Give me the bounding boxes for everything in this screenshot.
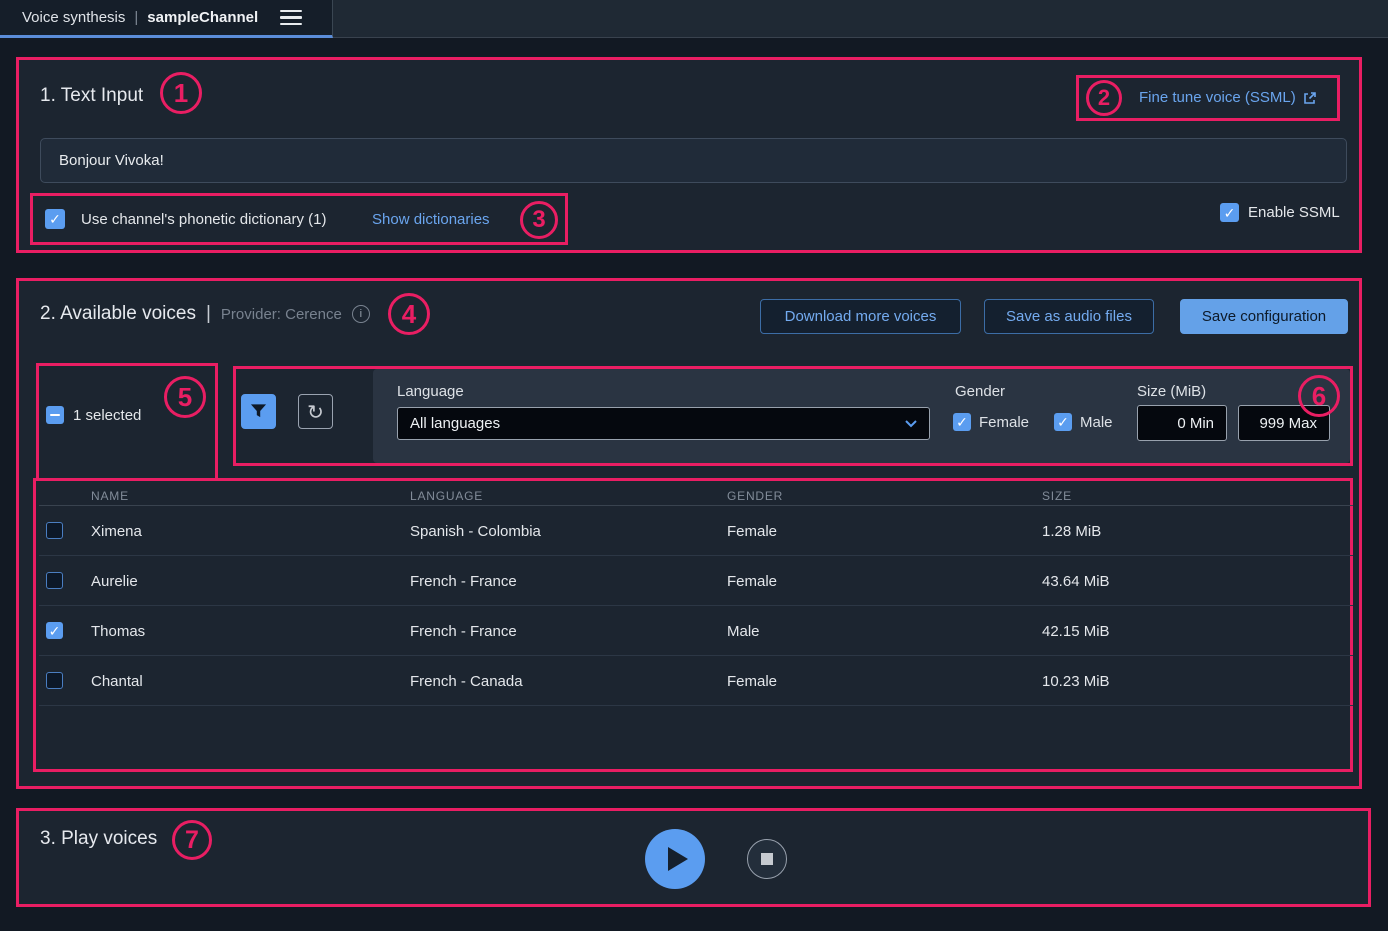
section-title-play-voices: 3. Play voices	[40, 828, 157, 850]
annotation-circle-2: 2	[1086, 80, 1122, 116]
language-filter-label: Language	[397, 383, 464, 400]
gender-filter-label: Gender	[955, 383, 1005, 400]
voice-table-row[interactable]: Chantal French - Canada Female 10.23 MiB	[39, 656, 1353, 706]
tab-channel-name: sampleChannel	[147, 9, 258, 26]
annotation-box-table: NAME LANGUAGE GENDER SIZE Ximena Spanish…	[33, 478, 1353, 772]
size-filter-label: Size (MiB)	[1137, 383, 1206, 400]
voice-language-cell: Spanish - Colombia	[410, 506, 541, 556]
save-configuration-button[interactable]: Save configuration	[1180, 299, 1348, 334]
provider-info-icon[interactable]: i	[352, 305, 370, 323]
filter-panel: Language All languages Gender ✓ Female ✓…	[373, 369, 1350, 463]
voice-size-cell: 43.64 MiB	[1042, 556, 1110, 606]
size-max-value: 999 Max	[1259, 415, 1317, 432]
voice-row-checkbox[interactable]	[46, 522, 63, 539]
col-header-language: LANGUAGE	[410, 489, 483, 503]
voice-name-cell: Chantal	[91, 656, 143, 706]
voice-table-row[interactable]: Ximena Spanish - Colombia Female 1.28 Mi…	[39, 506, 1353, 556]
top-bar: Voice synthesis | sampleChannel	[0, 0, 1388, 38]
gender-male-checkbox[interactable]: ✓	[1054, 413, 1072, 431]
annotation-circle-3: 3	[520, 201, 558, 239]
voice-synthesis-app: Voice synthesis | sampleChannel 1. Text …	[0, 0, 1388, 931]
gender-male-label: Male	[1080, 414, 1113, 431]
annotation-box-3: ✓ Use channel's phonetic dictionary (1) …	[30, 193, 568, 245]
phonetic-dictionary-checkbox[interactable]: ✓	[45, 209, 65, 229]
voice-size-cell: 10.23 MiB	[1042, 656, 1110, 706]
section-title-available-voices: 2. Available voices	[40, 303, 196, 325]
annotation-circle-7: 7	[172, 820, 212, 860]
col-header-name: NAME	[91, 489, 129, 503]
annotation-circle-1: 1	[160, 72, 202, 114]
voice-table-row[interactable]: Aurelie French - France Female 43.64 MiB	[39, 556, 1353, 606]
save-as-audio-files-button[interactable]: Save as audio files	[984, 299, 1154, 334]
play-icon	[668, 847, 688, 871]
filter-button[interactable]	[241, 394, 276, 429]
voice-name-cell: Aurelie	[91, 556, 138, 606]
voices-table: NAME LANGUAGE GENDER SIZE Ximena Spanish…	[39, 481, 1353, 769]
fine-tune-voice-link[interactable]: Fine tune voice (SSML)	[1139, 89, 1317, 106]
annotation-circle-5: 5	[164, 376, 206, 418]
funnel-icon	[250, 403, 267, 420]
annotation-circle-4: 4	[388, 293, 430, 335]
language-select[interactable]: All languages	[397, 407, 930, 440]
voice-gender-cell: Female	[727, 506, 777, 556]
voice-gender-cell: Female	[727, 656, 777, 706]
play-button[interactable]	[645, 829, 705, 889]
refresh-icon: ↻	[307, 400, 324, 424]
gender-female-checkbox[interactable]: ✓	[953, 413, 971, 431]
select-all-checkbox[interactable]	[46, 406, 64, 424]
provider-label: Provider: Cerence	[221, 306, 342, 323]
annotation-box-5: 1 selected 5	[36, 363, 218, 481]
voices-title-separator: |	[206, 303, 211, 325]
external-link-icon	[1303, 91, 1317, 105]
annotation-box-6: ↻ Language All languages Gender ✓ Female…	[233, 366, 1353, 466]
voice-table-row[interactable]: ✓ Thomas French - France Male 42.15 MiB	[39, 606, 1353, 656]
tab-sample-channel[interactable]: Voice synthesis | sampleChannel	[0, 0, 333, 38]
voice-row-checkbox[interactable]	[46, 572, 63, 589]
enable-ssml-label: Enable SSML	[1248, 204, 1340, 221]
language-select-value: All languages	[410, 415, 500, 432]
voice-language-cell: French - France	[410, 606, 517, 656]
section-title-text-input: 1. Text Input	[40, 85, 143, 107]
voice-gender-cell: Male	[727, 606, 760, 656]
size-min-value: 0 Min	[1177, 415, 1214, 432]
show-dictionaries-link[interactable]: Show dictionaries	[372, 211, 490, 228]
stop-button[interactable]	[747, 839, 787, 879]
fine-tune-voice-label: Fine tune voice (SSML)	[1139, 89, 1296, 106]
voice-name-cell: Thomas	[91, 606, 145, 656]
voice-size-cell: 1.28 MiB	[1042, 506, 1101, 556]
voice-row-checkbox[interactable]: ✓	[46, 622, 63, 639]
tab-separator: |	[134, 9, 138, 26]
chevron-down-icon	[905, 420, 917, 428]
enable-ssml-checkbox[interactable]: ✓	[1220, 203, 1239, 222]
voice-gender-cell: Female	[727, 556, 777, 606]
voice-language-cell: French - France	[410, 556, 517, 606]
voices-header: 2. Available voices | Provider: Cerence …	[40, 303, 370, 325]
col-header-gender: GENDER	[727, 489, 783, 503]
gender-female-label: Female	[979, 414, 1029, 431]
voice-size-cell: 42.15 MiB	[1042, 606, 1110, 656]
size-min-input[interactable]: 0 Min	[1137, 405, 1227, 441]
selected-count-label: 1 selected	[73, 407, 141, 424]
annotation-box-2: 2 Fine tune voice (SSML)	[1076, 75, 1340, 121]
phonetic-dictionary-label: Use channel's phonetic dictionary (1)	[81, 211, 327, 228]
annotation-circle-6: 6	[1298, 375, 1340, 417]
tab-title: Voice synthesis	[22, 9, 125, 26]
refresh-button[interactable]: ↻	[298, 394, 333, 429]
stop-icon	[761, 853, 773, 865]
download-more-voices-button[interactable]: Download more voices	[760, 299, 961, 334]
voice-name-cell: Ximena	[91, 506, 142, 556]
hamburger-menu-icon[interactable]	[280, 10, 302, 26]
voice-row-checkbox[interactable]	[46, 672, 63, 689]
voice-language-cell: French - Canada	[410, 656, 523, 706]
col-header-size: SIZE	[1042, 489, 1072, 503]
text-to-synthesize-input[interactable]	[40, 138, 1347, 183]
